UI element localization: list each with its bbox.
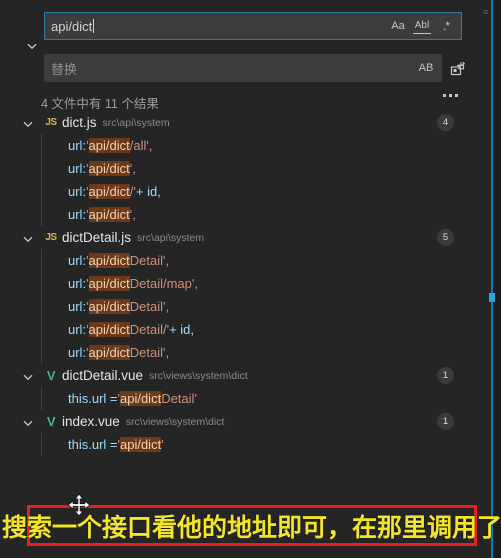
search-result-match-row[interactable]: url: ' api/dict ', bbox=[11, 203, 491, 226]
match-quote-close: ' bbox=[161, 437, 164, 452]
file-path: src\views\system\dict bbox=[149, 369, 248, 382]
match-tail: + id, bbox=[169, 322, 195, 337]
match-highlight: api/dict bbox=[88, 253, 130, 268]
match-prefix: url: bbox=[68, 207, 87, 222]
match-prefix: url: bbox=[68, 345, 87, 360]
match-prefix: url: bbox=[68, 276, 87, 291]
match-highlight: api/dict bbox=[88, 161, 130, 176]
match-highlight: api/dict bbox=[88, 207, 130, 222]
match-rest: Detail bbox=[129, 299, 163, 314]
match-quote-close: ', bbox=[163, 299, 170, 314]
match-prefix: url: bbox=[68, 322, 87, 337]
match-prefix: url: bbox=[68, 138, 87, 153]
more-actions-icon[interactable] bbox=[438, 88, 462, 102]
match-highlight: api/dict bbox=[88, 345, 130, 360]
text-caret bbox=[93, 18, 95, 33]
match-highlight: api/dict bbox=[88, 276, 130, 291]
match-prefix: url: bbox=[68, 253, 87, 268]
match-rest: Detail bbox=[129, 345, 163, 360]
match-tail: + id, bbox=[135, 184, 161, 199]
search-result-match-row[interactable]: url: ' api/dict Detail/map ', bbox=[11, 272, 491, 295]
vue-file-icon: V bbox=[46, 368, 56, 383]
match-highlight: api/dict bbox=[119, 391, 162, 406]
match-highlight: api/dict bbox=[88, 184, 130, 199]
match-prefix: this.url = bbox=[68, 437, 118, 452]
file-name: index.vue bbox=[62, 414, 120, 429]
search-result-match-row[interactable]: url: ' api/dict/all ', bbox=[11, 134, 491, 157]
dot bbox=[442, 93, 446, 97]
replace-all-icon[interactable] bbox=[447, 58, 467, 78]
match-rest: /all bbox=[129, 138, 147, 153]
replace-options: AB bbox=[417, 59, 441, 77]
search-result-match-row[interactable]: url: ' api/dict / ' + id, bbox=[11, 180, 491, 203]
search-input-value: api/dict bbox=[51, 18, 95, 34]
file-name: dictDetail.js bbox=[62, 230, 132, 245]
search-results-tree: JS dict.js src\api\system 4 url: ' api/dict/a… bbox=[11, 111, 491, 456]
match-count-badge: 4 bbox=[437, 114, 454, 131]
match-rest: Detail bbox=[129, 253, 163, 268]
match-highlight: api/dict bbox=[88, 322, 130, 337]
move-cursor bbox=[66, 492, 92, 518]
activity-bar-strip bbox=[0, 0, 11, 558]
match-highlight: api/dict bbox=[119, 437, 162, 452]
search-result-match-row[interactable]: this.url = ' api/dict Detail ' bbox=[11, 387, 491, 410]
dot bbox=[448, 93, 452, 97]
match-quote-close: ', bbox=[191, 276, 198, 291]
results-summary: 4 文件中有 11 个结果 bbox=[41, 97, 159, 111]
match-quote-close: ', bbox=[146, 138, 153, 153]
file-path: src\views\system\dict bbox=[125, 415, 225, 428]
javascript-file-icon: JS bbox=[45, 117, 57, 128]
match-count-badge: 1 bbox=[437, 367, 454, 384]
editor-edge bbox=[493, 0, 501, 558]
search-input[interactable]: api/dict Aa Abl .* bbox=[44, 12, 462, 40]
replace-input[interactable]: 替换 AB bbox=[44, 54, 442, 82]
match-count-badge: 5 bbox=[437, 229, 454, 246]
preserve-case-icon[interactable]: AB bbox=[417, 59, 435, 77]
search-result-file-row[interactable]: JS dict.js src\api\system 4 bbox=[11, 111, 491, 134]
search-result-match-row[interactable]: this.url = ' api/dict ' bbox=[11, 433, 491, 456]
dot bbox=[454, 93, 458, 97]
match-prefix: url: bbox=[68, 161, 87, 176]
match-prefix: url: bbox=[68, 184, 87, 199]
match-quote-close: ', bbox=[129, 207, 136, 222]
match-prefix: url: bbox=[68, 299, 87, 314]
file-path: src\api\system bbox=[137, 231, 205, 244]
match-count-badge: 1 bbox=[437, 413, 454, 430]
search-result-match-row[interactable]: url: ' api/dict Detail ', bbox=[11, 249, 491, 272]
match-quote-close: ' bbox=[194, 391, 197, 406]
file-name: dict.js bbox=[62, 115, 97, 130]
replace-input-placeholder: 替换 bbox=[51, 61, 78, 77]
search-result-match-row[interactable]: url: ' api/dict Detail ', bbox=[11, 341, 491, 364]
match-rest: Detail bbox=[161, 391, 195, 406]
search-result-match-row[interactable]: url: ' api/dict Detail ', bbox=[11, 295, 491, 318]
match-case-icon[interactable]: Aa bbox=[389, 17, 407, 35]
editor-overview-tick: ≡ bbox=[483, 7, 489, 17]
search-options: Aa Abl .* bbox=[389, 17, 461, 35]
match-highlight: api/dict bbox=[88, 138, 130, 153]
search-result-file-row[interactable]: VdictDetail.vue src\views\system\dict 1 bbox=[11, 364, 491, 387]
search-result-match-row[interactable]: url: ' api/dict Detail/' + id, bbox=[11, 318, 491, 341]
chevron-down-icon[interactable] bbox=[22, 370, 34, 382]
chevron-down-icon[interactable] bbox=[22, 117, 34, 129]
match-quote-close: ', bbox=[163, 345, 170, 360]
search-result-file-row[interactable]: JS dictDetail.js src\api\system 5 bbox=[11, 226, 491, 249]
match-rest: Detail/map bbox=[129, 276, 192, 291]
toggle-replace-button[interactable] bbox=[22, 36, 42, 56]
file-path: src\api\system bbox=[102, 116, 170, 129]
vue-file-icon: V bbox=[46, 414, 56, 429]
match-quote-close: ', bbox=[163, 253, 170, 268]
file-name: dictDetail.vue bbox=[62, 368, 144, 383]
search-result-match-row[interactable]: url: ' api/dict ', bbox=[11, 157, 491, 180]
javascript-file-icon: JS bbox=[45, 232, 57, 243]
match-prefix: this.url = bbox=[68, 391, 118, 406]
match-highlight: api/dict bbox=[88, 299, 130, 314]
use-regex-icon[interactable]: .* bbox=[437, 17, 455, 35]
match-quote-close: ', bbox=[129, 161, 136, 176]
match-rest: Detail/ bbox=[129, 322, 167, 337]
chevron-down-icon[interactable] bbox=[22, 416, 34, 428]
search-result-file-row[interactable]: Vindex.vue src\views\system\dict 1 bbox=[11, 410, 491, 433]
match-whole-word-icon[interactable]: Abl bbox=[413, 19, 431, 34]
annotation-box: 搜索一个接口看他的地址即可，在那里调用了 bbox=[2, 505, 501, 546]
chevron-down-icon[interactable] bbox=[22, 232, 34, 244]
